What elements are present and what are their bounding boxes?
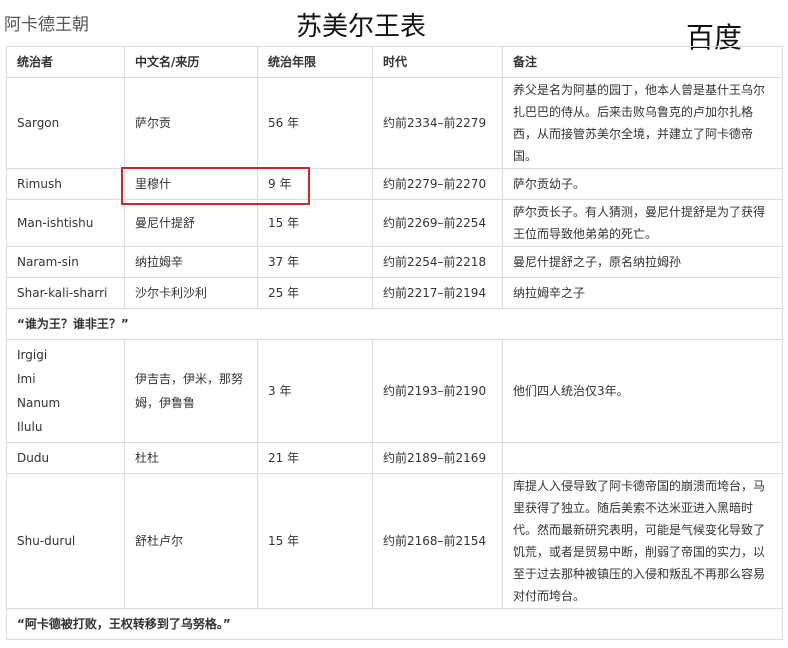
table-row: Shu-durul 舒杜卢尔 15 年 约前2168–前2154 库提人入侵导致…	[6, 473, 783, 609]
ruler-cell: Shu-durul	[6, 473, 125, 609]
highlight-box	[121, 167, 310, 205]
ruler-name: Imi	[17, 372, 36, 386]
note-cell: 萨尔贡幼子。	[502, 168, 783, 200]
header-reign-years: 统治年限	[257, 46, 373, 78]
header-era: 时代	[372, 46, 503, 78]
ruler-name: Nanum	[17, 396, 61, 410]
header-chinese-name: 中文名/来历	[124, 46, 258, 78]
reign-years-cell: 37 年	[257, 246, 373, 278]
era-cell: 约前2193–前2190	[372, 339, 503, 443]
note-cell	[502, 442, 783, 474]
note-cell: 他们四人统治仅3年。	[502, 339, 783, 443]
overlay-title: 苏美尔王表	[296, 12, 427, 42]
note-cell: 纳拉姆辛之子	[502, 277, 783, 309]
ruler-name: Irgigi	[17, 348, 48, 362]
note-cell: 库提人入侵导致了阿卡德帝国的崩溃而垮台，马里获得了独立。随后美索不达米亚进入黑暗…	[502, 473, 783, 609]
note-cell: 萨尔贡长子。有人猜测，曼尼什提舒是为了获得王位而导致他弟弟的死亡。	[502, 199, 783, 247]
ruler-name: Ilulu	[17, 420, 43, 434]
reign-years-cell: 21 年	[257, 442, 373, 474]
ruler-cell: Man-ishtishu	[6, 199, 125, 247]
era-cell: 约前2254–前2218	[372, 246, 503, 278]
ruler-cell: Naram-sin	[6, 246, 125, 278]
section-row: “阿卡德被打败，王权转移到了乌努格。”	[6, 608, 783, 640]
chinese-name-cell: 杜杜	[124, 442, 258, 474]
era-cell: 约前2168–前2154	[372, 473, 503, 609]
table-row: Irgigi Imi Nanum Ilulu 伊吉吉，伊米，那努姆，伊鲁鲁 3 …	[6, 339, 783, 443]
chinese-name-cell: 伊吉吉，伊米，那努姆，伊鲁鲁	[124, 339, 258, 443]
chinese-name-cell: 纳拉姆辛	[124, 246, 258, 278]
chinese-name-cell: 萨尔贡	[124, 77, 258, 169]
section-quote: “谁为王？谁非王？”	[6, 308, 783, 340]
table-row: Man-ishtishu 曼尼什提舒 15 年 约前2269–前2254 萨尔贡…	[6, 199, 783, 247]
reign-years-cell: 3 年	[257, 339, 373, 443]
ruler-cell: Dudu	[6, 442, 125, 474]
ruler-cell: Sargon	[6, 77, 125, 169]
note-cell: 养父是名为阿基的园丁，他本人曾是基什王乌尔扎巴巴的侍从。后来击败乌鲁克的卢加尔扎…	[502, 77, 783, 169]
era-cell: 约前2217–前2194	[372, 277, 503, 309]
section-quote: “阿卡德被打败，王权转移到了乌努格。”	[6, 608, 783, 640]
table-row: Naram-sin 纳拉姆辛 37 年 约前2254–前2218 曼尼什提舒之子…	[6, 246, 783, 278]
reign-years-cell: 15 年	[257, 473, 373, 609]
ruler-cell: Shar-kali-sharri	[6, 277, 125, 309]
rulers-table: 统治者 中文名/来历 统治年限 时代 备注 Sargon 萨尔贡 56 年 约前…	[6, 46, 783, 640]
chinese-name-cell: 沙尔卡利沙利	[124, 277, 258, 309]
reign-years-cell: 25 年	[257, 277, 373, 309]
header-ruler: 统治者	[6, 46, 125, 78]
reign-years-cell: 56 年	[257, 77, 373, 169]
era-cell: 约前2334–前2279	[372, 77, 503, 169]
section-row: “谁为王？谁非王？”	[6, 308, 783, 340]
era-cell: 约前2279–前2270	[372, 168, 503, 200]
table-row: Dudu 杜杜 21 年 约前2189–前2169	[6, 442, 783, 474]
ruler-cell: Rimush	[6, 168, 125, 200]
note-cell: 曼尼什提舒之子，原名纳拉姆孙	[502, 246, 783, 278]
reign-years-cell: 15 年	[257, 199, 373, 247]
table-header-row: 统治者 中文名/来历 统治年限 时代 备注	[6, 46, 783, 78]
era-cell: 约前2269–前2254	[372, 199, 503, 247]
chinese-name-cell: 曼尼什提舒	[124, 199, 258, 247]
table-row: Sargon 萨尔贡 56 年 约前2334–前2279 养父是名为阿基的园丁，…	[6, 77, 783, 169]
page-title: 阿卡德王朝	[4, 15, 89, 35]
table-row: Shar-kali-sharri 沙尔卡利沙利 25 年 约前2217–前219…	[6, 277, 783, 309]
header-notes: 备注	[502, 46, 783, 78]
era-cell: 约前2189–前2169	[372, 442, 503, 474]
ruler-group-cell: Irgigi Imi Nanum Ilulu	[6, 339, 125, 443]
chinese-name-cell: 舒杜卢尔	[124, 473, 258, 609]
